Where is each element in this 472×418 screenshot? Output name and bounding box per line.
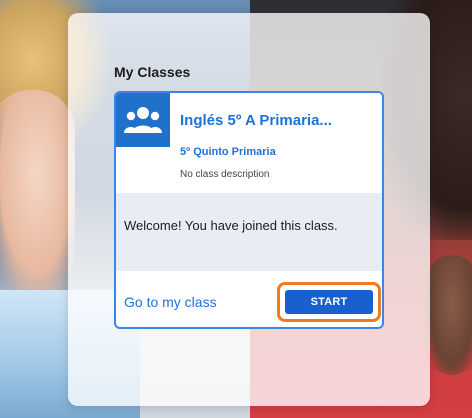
go-to-my-class-link[interactable]: Go to my class <box>124 294 217 310</box>
section-title: My Classes <box>114 64 191 80</box>
people-group-icon <box>116 93 170 147</box>
class-description: No class description <box>180 169 270 180</box>
student-right-face <box>426 255 472 375</box>
class-card: Inglés 5º A Primaria... 5º Quinto Primar… <box>114 91 384 329</box>
start-button[interactable]: START <box>285 290 373 314</box>
class-name[interactable]: Inglés 5º A Primaria... <box>180 112 332 129</box>
student-left-face <box>0 90 75 300</box>
class-level: 5º Quinto Primaria <box>180 146 276 158</box>
start-button-highlight: START <box>277 282 381 322</box>
welcome-message: Welcome! You have joined this class. <box>124 218 338 233</box>
